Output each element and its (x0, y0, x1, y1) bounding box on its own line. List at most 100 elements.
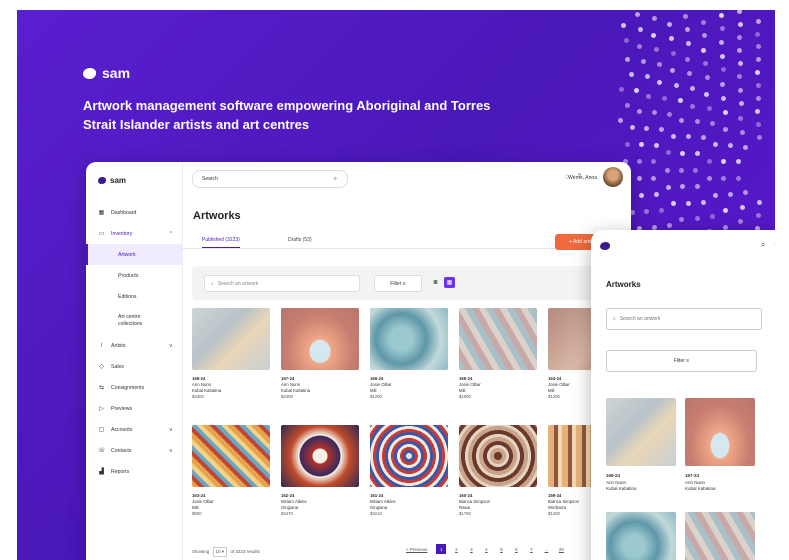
pattern-dot (739, 204, 745, 210)
artwork-image[interactable] (370, 425, 448, 487)
sidebar-item-contacts[interactable]: ☏ Contacts v (86, 440, 182, 461)
pattern-dot (651, 110, 657, 116)
pattern-dot (737, 10, 743, 15)
page-link[interactable]: 3 (466, 544, 476, 554)
mobile-artwork-card[interactable]: 167-24 Ann Nunn Kubal Kabatina (685, 398, 755, 493)
filter-button[interactable]: Filter ≡ (374, 275, 422, 292)
sidebar-item-artists[interactable]: / Artists v (86, 335, 182, 356)
pattern-dot (668, 36, 674, 42)
sidebar-item-previews[interactable]: ▷ Previews (86, 398, 182, 419)
search-icon[interactable]: ⌕ (761, 240, 765, 250)
mobile-filter-button[interactable]: Filter ≡ (606, 350, 757, 372)
sidebar-item-inventory[interactable]: ▭ Inventory ^ (86, 223, 182, 244)
pattern-dot (755, 82, 761, 88)
menu-icon[interactable]: ≡ (774, 240, 775, 250)
mobile-top-bar: ⌕ ≡ (591, 230, 775, 260)
avatar[interactable] (603, 167, 623, 187)
sidebar-item-label: Editions (118, 293, 137, 300)
list-view-icon[interactable]: ≣ (430, 277, 441, 288)
artwork-image[interactable] (459, 308, 537, 370)
logo-mark-icon[interactable] (600, 242, 610, 250)
artwork-image[interactable] (685, 512, 755, 560)
artwork-card[interactable]: 168-24 Ann Nunn Kubal Kabatina $2300 (192, 308, 270, 400)
hero-tagline: Artwork management software empowering A… (83, 98, 491, 132)
pattern-dot (756, 121, 762, 127)
mobile-artwork-card[interactable]: 168-24 Ann Nunn Kubal Kabatina (606, 398, 676, 493)
pattern-dot (721, 159, 727, 165)
artwork-image[interactable] (281, 425, 359, 487)
page-link[interactable]: 4 (481, 544, 491, 554)
artwork-card[interactable]: 162-24 Miriam Atkins Gingiana $3470 (281, 425, 359, 517)
tab-drafts[interactable]: Drafts (53) (288, 237, 312, 243)
pattern-dot (659, 208, 665, 214)
artwork-card[interactable]: 165-24 Josie Olbar Mili $1000 (459, 308, 537, 400)
page-link[interactable]: 6 (511, 544, 521, 554)
artwork-card[interactable]: 163-24 Josie Olbar Mili $900 (192, 425, 270, 517)
sidebar-item-sales[interactable]: ◇ Sales (86, 356, 182, 377)
artwork-caption: 163-24 Josie Olbar Mili $900 (192, 493, 270, 517)
artwork-image[interactable] (281, 308, 359, 370)
pattern-dot (671, 50, 676, 56)
sidebar-item-label: Previews (111, 405, 133, 412)
sidebar-item-label: Sales (111, 363, 124, 370)
mobile-top-icons: ⌕ ≡ (761, 240, 775, 250)
sidebar-item-reports[interactable]: ▟ Reports (86, 461, 182, 482)
page-link[interactable]: 7 (526, 544, 536, 554)
page-link[interactable]: 20 (556, 544, 566, 554)
sidebar-item-art-centre-collections[interactable]: Art centre collections (86, 307, 182, 335)
mobile-artwork-card[interactable] (685, 512, 755, 560)
results-count: of 3223 results (230, 549, 260, 554)
artwork-image[interactable] (606, 512, 676, 560)
page-link[interactable]: 5 (496, 544, 506, 554)
artwork-search-input[interactable]: ⌕ Search an artwork (204, 275, 360, 292)
per-page-select[interactable]: 10 ▾ (212, 547, 228, 557)
pattern-dot (702, 32, 708, 38)
pattern-dot (694, 183, 700, 189)
artwork-image[interactable] (192, 425, 270, 487)
pattern-dot (624, 38, 630, 44)
grid-view-icon[interactable]: ▦ (444, 277, 455, 288)
artwork-card[interactable]: 166-24 Josie Olbar Mili $1200 (370, 308, 448, 400)
pattern-dot (685, 56, 691, 62)
search-placeholder: Search an artwork (619, 316, 661, 322)
mobile-search-input[interactable]: ⌕ Search an artwork (606, 308, 762, 330)
artwork-place: Kubal Kabatina (685, 486, 716, 491)
pattern-dot (739, 130, 745, 136)
artwork-image[interactable] (459, 425, 537, 487)
page-link[interactable]: ... (541, 544, 551, 554)
artwork-price: $1200 (370, 394, 382, 399)
sidebar-item-accounts[interactable]: ▢ Accounts v (86, 419, 182, 440)
box-icon: ▭ (98, 231, 105, 237)
artwork-image[interactable] (685, 398, 755, 466)
sidebar-item-consignments[interactable]: ⇆ Consignments (86, 377, 182, 398)
sidebar-item-dashboard[interactable]: ▦ Dashboard (86, 202, 182, 223)
page-link[interactable]: 1 (436, 544, 447, 554)
user-name[interactable]: Werne, Anna (568, 175, 597, 181)
artwork-card[interactable]: 160-24 Bianca Simpson Rawa $1790 (459, 425, 537, 517)
previous-link[interactable]: < Previous (406, 547, 427, 552)
artwork-image[interactable] (606, 398, 676, 466)
pattern-dot (685, 200, 691, 206)
artwork-image[interactable] (192, 308, 270, 370)
artwork-price: $1000 (459, 394, 471, 399)
artwork-price: $1790 (459, 511, 471, 516)
artwork-price: $4210 (370, 511, 382, 516)
mobile-artwork-card[interactable] (606, 512, 676, 560)
artwork-image[interactable] (370, 308, 448, 370)
app-logo[interactable]: sam (98, 176, 126, 185)
sidebar-item-label: Artists (111, 342, 126, 349)
pattern-dot (694, 151, 700, 157)
pattern-dot (684, 27, 690, 33)
artwork-card[interactable]: 167-24 Ann Nunn Kubal Kabatina $2400 (281, 308, 359, 400)
page-link[interactable]: 2 (451, 544, 461, 554)
artwork-price: $900 (192, 511, 202, 516)
artwork-card[interactable]: 161-24 Miriam Atkins Gingiana $4210 (370, 425, 448, 517)
sidebar-item-products[interactable]: Products (86, 265, 182, 286)
sidebar-item-label: Reports (111, 468, 130, 475)
sidebar-item-editions[interactable]: Editions (86, 286, 182, 307)
search-input[interactable]: Search ⌕ (192, 170, 348, 188)
pattern-dot (757, 199, 763, 205)
sidebar-item-artwork[interactable]: Artwork (86, 244, 182, 265)
tab-published[interactable]: Published (3223) (202, 237, 240, 248)
artwork-caption: 166-24 Josie Olbar Mili $1200 (370, 376, 448, 400)
